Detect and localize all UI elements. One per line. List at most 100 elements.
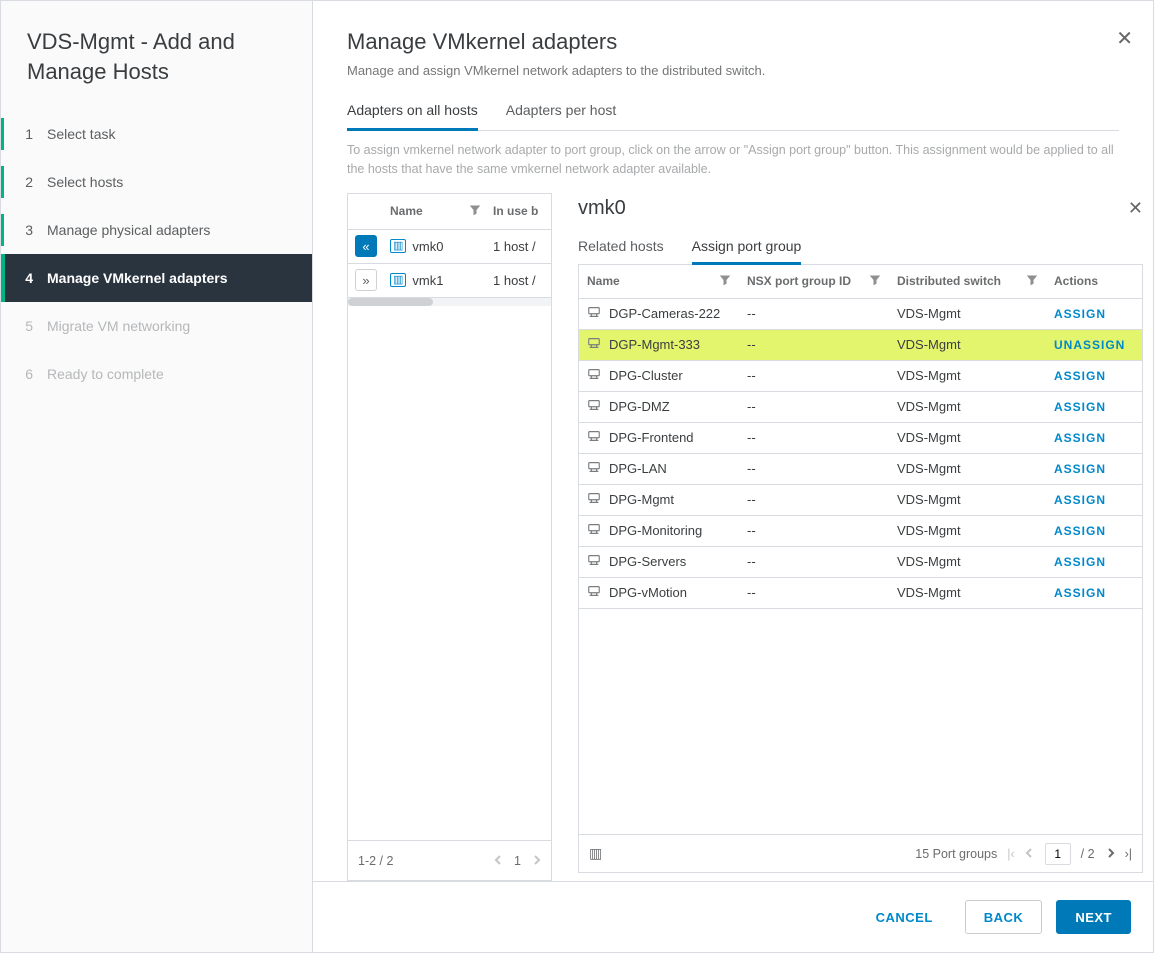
step-label: Manage physical adapters <box>47 222 210 238</box>
cancel-button[interactable]: CANCEL <box>858 900 951 934</box>
port-group-icon <box>587 305 601 322</box>
detail-tabs: Related hosts Assign port group <box>578 230 1143 265</box>
pg-nsx: -- <box>747 585 756 600</box>
port-group-icon <box>587 584 601 601</box>
prev-page-icon[interactable] <box>494 854 504 868</box>
pg-dsw: VDS-Mgmt <box>897 337 961 352</box>
detail-tab-assign-port-group[interactable]: Assign port group <box>692 230 802 265</box>
adapters-header-row: Name In use b <box>348 194 551 230</box>
step-1[interactable]: 1Select task <box>1 110 312 158</box>
step-list: 1Select task2Select hosts 3 Manage physica… <box>1 110 312 398</box>
next-button[interactable]: NEXT <box>1056 900 1131 934</box>
page-input[interactable] <box>1045 843 1071 865</box>
pg-nsx: -- <box>747 399 756 414</box>
tab-adapters-on-all-hosts[interactable]: Adapters on all hosts <box>347 92 478 131</box>
detail-close-icon[interactable]: ✕ <box>1128 198 1143 219</box>
step-5: 5Migrate VM networking <box>1 302 312 350</box>
pg-dsw: VDS-Mgmt <box>897 523 961 538</box>
col-name[interactable]: Name <box>384 204 487 219</box>
expand-button[interactable]: « <box>355 235 377 257</box>
col-in-use[interactable]: In use b <box>487 204 551 218</box>
unassign-button[interactable]: UNASSIGN <box>1054 338 1125 352</box>
columns-icon[interactable]: ▥ <box>589 845 602 862</box>
next-page-icon[interactable] <box>531 854 541 868</box>
pg-nsx: -- <box>747 337 756 352</box>
horizontal-scrollbar[interactable] <box>348 298 551 306</box>
pg-name: DPG-Monitoring <box>609 523 702 538</box>
step-number: 4 <box>21 270 33 286</box>
adapter-row[interactable]: »▥vmk11 host / <box>348 264 551 298</box>
assign-button[interactable]: ASSIGN <box>1054 555 1106 569</box>
pg-col-nsx[interactable]: NSX port group ID <box>739 274 889 289</box>
main-header: Manage VMkernel adapters Manage and assi… <box>313 1 1153 131</box>
assign-button[interactable]: ASSIGN <box>1054 586 1106 600</box>
port-group-row[interactable]: DGP-Mgmt-333 -- VDS-Mgmt UNASSIGN <box>579 330 1142 361</box>
port-group-row[interactable]: DPG-LAN--VDS-MgmtASSIGN <box>579 454 1142 485</box>
port-group-row[interactable]: DPG-Servers--VDS-MgmtASSIGN <box>579 547 1142 578</box>
pg-name: DGP-Mgmt-333 <box>609 337 700 352</box>
port-group-icon <box>587 429 601 446</box>
step-label: Migrate VM networking <box>47 318 190 334</box>
port-group-table: Name NSX port group ID Distributed switc… <box>578 265 1143 874</box>
prev-page-icon[interactable] <box>1025 847 1035 861</box>
port-group-row[interactable]: DPG-vMotion--VDS-MgmtASSIGN <box>579 578 1142 609</box>
port-group-row[interactable]: DPG-Frontend--VDS-MgmtASSIGN <box>579 423 1142 454</box>
pg-col-name[interactable]: Name <box>579 274 739 289</box>
pg-footer: ▥ 15 Port groups |‹ / 2 ›| <box>579 834 1142 872</box>
pg-nsx: -- <box>747 368 756 383</box>
step-label: Select task <box>47 126 115 142</box>
assign-button[interactable]: ASSIGN <box>1054 431 1106 445</box>
port-group-row[interactable]: DPG-Monitoring -- VDS-Mgmt ASSIGN <box>579 516 1142 547</box>
pg-nsx: -- <box>747 492 756 507</box>
filter-icon[interactable] <box>869 274 881 289</box>
adapter-row[interactable]: «▥vmk01 host / <box>348 230 551 264</box>
step-3[interactable]: 3 Manage physical adapters <box>1 206 312 254</box>
port-group-row[interactable]: DPG-DMZ--VDS-MgmtASSIGN <box>579 392 1142 423</box>
assign-button[interactable]: ASSIGN <box>1054 307 1106 321</box>
pg-col-dsw[interactable]: Distributed switch <box>889 274 1046 289</box>
pg-nsx: -- <box>747 430 756 445</box>
step-number: 3 <box>21 222 33 238</box>
assign-button[interactable]: ASSIGN <box>1054 369 1106 383</box>
assign-button[interactable]: ASSIGN <box>1054 462 1106 476</box>
page-number: 1 <box>514 854 521 868</box>
port-group-icon <box>587 398 601 415</box>
detail-title: vmk0 <box>578 197 626 220</box>
expand-button[interactable]: » <box>355 269 377 291</box>
filter-icon[interactable] <box>719 274 731 289</box>
pg-dsw: VDS-Mgmt <box>897 399 961 414</box>
port-group-row[interactable]: DPG-Mgmt--VDS-MgmtASSIGN <box>579 485 1142 516</box>
step-2[interactable]: 2Select hosts <box>1 158 312 206</box>
page-subtitle: Manage and assign VMkernel network adapt… <box>347 63 1119 78</box>
first-page-icon[interactable]: |‹ <box>1007 847 1014 861</box>
pg-col-actions: Actions <box>1046 274 1142 288</box>
page-title: Manage VMkernel adapters <box>347 29 1119 55</box>
pg-name: DPG-Frontend <box>609 430 694 445</box>
nic-icon: ▥ <box>390 273 406 287</box>
back-button[interactable]: BACK <box>965 900 1043 934</box>
next-page-icon[interactable] <box>1105 847 1115 861</box>
step-label: Manage VMkernel adapters <box>47 270 228 286</box>
detail-panel: vmk0 ✕ Related hosts Assign port group Na… <box>552 193 1153 882</box>
port-group-row[interactable]: DGP-Cameras-222--VDS-MgmtASSIGN <box>579 299 1142 330</box>
pg-name: DPG-Mgmt <box>609 492 674 507</box>
step-number: 2 <box>21 174 33 190</box>
nic-icon: ▥ <box>390 239 406 253</box>
assign-button[interactable]: ASSIGN <box>1054 400 1106 414</box>
pg-header-row: Name NSX port group ID Distributed switc… <box>579 265 1142 299</box>
assign-button[interactable]: ASSIGN <box>1054 493 1106 507</box>
port-group-row[interactable]: DPG-Cluster--VDS-MgmtASSIGN <box>579 361 1142 392</box>
filter-icon[interactable] <box>469 204 481 219</box>
pg-nsx: -- <box>747 523 756 538</box>
port-group-icon <box>587 336 601 353</box>
filter-icon[interactable] <box>1026 274 1038 289</box>
step-4[interactable]: 4 Manage VMkernel adapters <box>1 254 312 302</box>
detail-tab-related-hosts[interactable]: Related hosts <box>578 230 664 265</box>
close-icon[interactable]: ✕ <box>1116 29 1133 49</box>
tab-adapters-per-host[interactable]: Adapters per host <box>506 92 617 131</box>
assign-button[interactable]: ASSIGN <box>1054 524 1106 538</box>
main-tabs: Adapters on all hosts Adapters per host <box>347 92 1119 131</box>
body-area: Name In use b «▥vmk01 host /»▥vmk11 host… <box>313 193 1153 882</box>
last-page-icon[interactable]: ›| <box>1125 847 1132 861</box>
wizard-footer: CANCEL BACK NEXT <box>313 881 1153 952</box>
